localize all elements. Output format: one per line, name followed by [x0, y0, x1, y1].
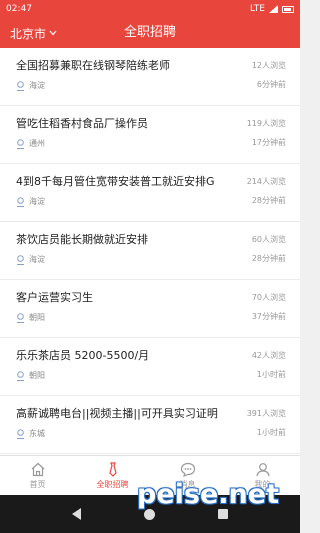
job-time: 17分钟前 [251, 138, 286, 147]
job-item[interactable]: 管吃住稻香村食品厂操作员 通州 119人浏览 17分钟前 [0, 106, 300, 164]
job-location: 海淀 [29, 255, 45, 264]
city-label: 北京市 [10, 26, 47, 41]
signal-icon [269, 5, 278, 13]
location-pin-icon [17, 428, 24, 439]
battery-icon [282, 5, 294, 13]
tab-profile[interactable]: 我的 [225, 456, 300, 495]
page-title: 全职招聘 [123, 25, 176, 40]
job-location: 海淀 [29, 81, 45, 90]
job-views: 12人浏览 [251, 61, 286, 70]
job-views: 214人浏览 [246, 177, 286, 186]
back-icon[interactable] [71, 508, 81, 520]
app-header: 北京市 全职招聘 [0, 18, 300, 48]
job-title: 4到8千每月管住宽带安装普工就近安排G [16, 175, 215, 188]
network-label: LTE [250, 4, 265, 14]
job-time: 1小时前 [256, 370, 286, 379]
city-selector[interactable]: 北京市 [10, 18, 57, 48]
job-item[interactable]: 全国招募兼职在线钢琴陪练老师 海淀 12人浏览 6分钟前 [0, 48, 300, 106]
status-bar: 02:47 LTE [0, 0, 300, 18]
job-location: 通州 [29, 139, 45, 148]
location-pin-icon [17, 80, 24, 91]
job-views: 60人浏览 [251, 235, 286, 244]
job-title: 全国招募兼职在线钢琴陪练老师 [16, 59, 170, 72]
tab-label: 全职招聘 [96, 479, 129, 489]
home-icon [31, 462, 44, 476]
job-item[interactable]: 茶饮店员能长期做就近安排 海淀 60人浏览 28分钟前 [0, 222, 300, 280]
job-views: 70人浏览 [251, 293, 286, 302]
status-icons: LTE [250, 4, 294, 14]
job-title: 乐乐茶店员 5200-5500/月 [16, 349, 150, 362]
job-item[interactable]: 高薪诚聘电台||视频主播||可开具实习证明 东城 391人浏览 1小时前 [0, 396, 300, 454]
tab-label: 消息 [179, 479, 196, 489]
tab-label: 首页 [29, 479, 46, 489]
job-views: 119人浏览 [246, 119, 286, 128]
job-time: 6分钟前 [256, 80, 286, 89]
job-views: 42人浏览 [251, 351, 286, 360]
job-title: 客户运营实习生 [16, 291, 93, 304]
person-icon [255, 462, 270, 476]
job-location: 朝阳 [29, 313, 45, 322]
location-pin-icon [17, 138, 24, 149]
location-pin-icon [17, 312, 24, 323]
status-time: 02:47 [6, 4, 32, 14]
job-location: 朝阳 [29, 371, 45, 380]
job-title: 茶饮店员能长期做就近安排 [16, 233, 148, 246]
job-location: 东城 [29, 429, 45, 438]
location-pin-icon [17, 196, 24, 207]
chat-icon [180, 462, 195, 477]
home-button-icon[interactable] [143, 508, 155, 520]
tab-messages[interactable]: 消息 [150, 456, 225, 495]
job-title: 高薪诚聘电台||视频主播||可开具实习证明 [16, 407, 218, 420]
bottom-tab-bar: 首页 全职招聘 消息 我的 [0, 455, 300, 495]
job-time: 28分钟前 [251, 254, 286, 263]
tab-label: 我的 [254, 479, 271, 489]
tie-icon [108, 461, 117, 477]
job-time: 37分钟前 [251, 312, 286, 321]
location-pin-icon [17, 254, 24, 265]
job-views: 391人浏览 [246, 409, 286, 418]
location-pin-icon [17, 370, 24, 381]
chevron-down-icon [49, 30, 57, 36]
job-title: 管吃住稻香村食品厂操作员 [16, 117, 148, 130]
recent-apps-icon[interactable] [218, 509, 229, 519]
tab-fulltime-jobs[interactable]: 全职招聘 [75, 456, 150, 495]
job-item[interactable]: 客户运营实习生 朝阳 70人浏览 37分钟前 [0, 280, 300, 338]
system-nav-bar [0, 495, 300, 533]
job-time: 28分钟前 [251, 196, 286, 205]
tab-home[interactable]: 首页 [0, 456, 75, 495]
job-item[interactable]: 4到8千每月管住宽带安装普工就近安排G 海淀 214人浏览 28分钟前 [0, 164, 300, 222]
job-list: 全国招募兼职在线钢琴陪练老师 海淀 12人浏览 6分钟前 管吃住稻香村食品厂操作… [0, 48, 300, 455]
job-item[interactable]: 乐乐茶店员 5200-5500/月 朝阳 42人浏览 1小时前 [0, 338, 300, 396]
job-time: 1小时前 [256, 428, 286, 437]
job-location: 海淀 [29, 197, 45, 206]
